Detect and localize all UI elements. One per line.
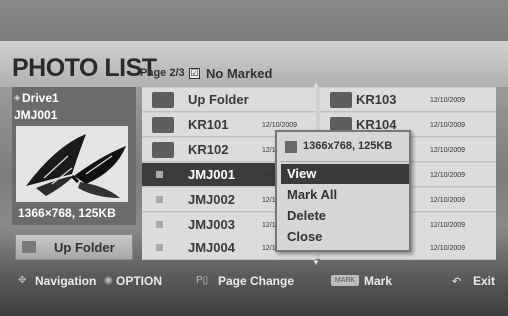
image-file-icon <box>156 221 163 228</box>
list-item-name: Up Folder <box>188 92 249 107</box>
mark-key-icon: MARK <box>331 275 359 286</box>
image-file-icon <box>156 171 163 178</box>
menu-item-close[interactable]: Close <box>281 227 409 247</box>
info-icon <box>285 141 297 153</box>
footer-navigation: Navigation <box>35 274 97 288</box>
footer-bar: ✥ Navigation ◉ OPTION P▯ Page Change Mar… <box>0 266 508 296</box>
list-item-date: 12/10/2009 <box>430 97 466 104</box>
page-title: PHOTO LIST <box>12 54 157 82</box>
drive-label: Drive1 <box>22 91 59 105</box>
menu-item-view[interactable]: View <box>281 164 409 184</box>
footer-option: OPTION <box>116 274 163 288</box>
footer-mark: Mark <box>364 274 393 288</box>
exit-icon: ↶ <box>452 276 462 288</box>
option-popup: 1366x768, 125KB View Mark All Delete Clo… <box>275 130 411 252</box>
current-file-name: JMJ001 <box>14 108 58 122</box>
menu-item-delete[interactable]: Delete <box>281 206 409 226</box>
list-item-name: JMJ004 <box>188 240 235 255</box>
option-icon: ◉ <box>104 275 113 286</box>
list-item-name: KR103 <box>356 92 397 107</box>
list-item-name: JMJ002 <box>188 192 235 207</box>
folder-icon <box>330 92 352 108</box>
drive-icon: ◈ <box>14 93 21 102</box>
menu-item-label: Close <box>287 229 323 244</box>
page-change-icon: P▯ <box>196 275 209 286</box>
list-item-date: 12/10/2009 <box>262 122 298 129</box>
image-file-icon <box>156 244 163 251</box>
up-folder-icon <box>152 92 174 108</box>
thumbnail-resolution: 1366×768, 125KB <box>18 206 116 220</box>
menu-item-label: View <box>287 166 317 181</box>
menu-item-label: Mark All <box>287 187 338 202</box>
list-item-date: 12/10/2009 <box>430 245 466 252</box>
list-item-name: JMJ003 <box>188 217 235 232</box>
butterfly-thumbnail-icon <box>16 126 128 202</box>
list-item-name: KR102 <box>188 142 229 157</box>
list-item-date: 12/10/2009 <box>430 122 466 129</box>
list-item-date: 12/10/2009 <box>430 172 466 179</box>
list-item-date: 12/10/2009 <box>430 222 466 229</box>
list-item[interactable]: Up Folder <box>142 88 316 112</box>
list-item-name: JMJ001 <box>188 167 235 182</box>
popup-file-info: 1366x768, 125KB <box>303 140 393 152</box>
divider <box>281 161 409 162</box>
footer-page-change: Page Change <box>218 274 295 288</box>
list-item[interactable]: KR103 12/10/2009 <box>320 88 496 112</box>
mark-checkbox-icon: ☑ <box>189 68 200 79</box>
page-indicator: Page 2/3 <box>140 67 185 79</box>
up-folder-label: Up Folder <box>54 240 115 255</box>
list-item-date: 12/10/2009 <box>430 147 466 154</box>
up-folder-button[interactable]: Up Folder <box>15 234 133 260</box>
menu-item-label: Delete <box>287 208 327 223</box>
list-item-name: KR101 <box>188 117 229 132</box>
navigation-icon: ✥ <box>18 275 27 286</box>
up-folder-icon <box>22 241 36 253</box>
mark-status: No Marked <box>206 66 273 81</box>
image-file-icon <box>156 196 163 203</box>
folder-icon <box>152 117 174 133</box>
menu-item-mark-all[interactable]: Mark All <box>281 185 409 205</box>
footer-exit: Exit <box>473 274 496 288</box>
folder-icon <box>152 142 174 158</box>
list-item-date: 12/10/2009 <box>430 197 466 204</box>
